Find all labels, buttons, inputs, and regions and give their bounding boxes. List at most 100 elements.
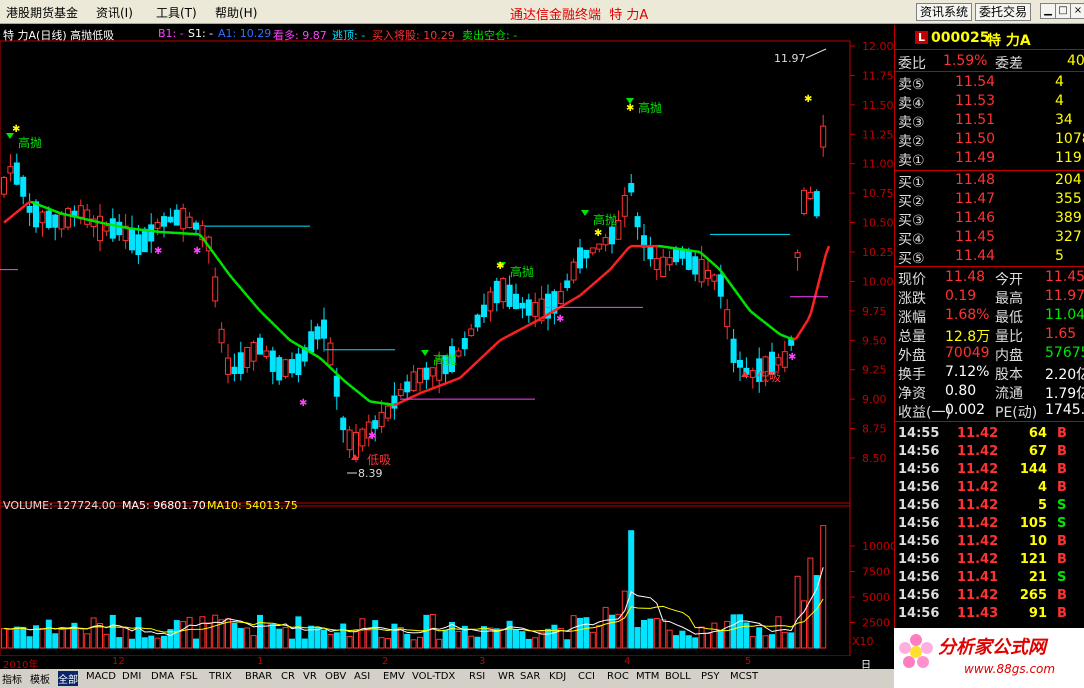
ask-volume: 4 <box>1055 93 1064 109</box>
trend-ma-segment <box>291 340 296 345</box>
candle-body <box>173 209 180 226</box>
indicator-tab[interactable]: FSL <box>180 671 198 682</box>
trend-ma-segment <box>705 256 710 261</box>
volume-bar <box>39 627 46 649</box>
trend-ma-segment <box>84 217 89 221</box>
indicator-tab[interactable]: MCST <box>730 671 758 682</box>
candle-body <box>487 291 494 312</box>
trend-ma-segment <box>594 279 599 284</box>
trend-ma-segment <box>812 288 819 302</box>
order-button[interactable]: 委托交易 <box>975 3 1032 21</box>
trend-ma-segment <box>255 305 260 311</box>
indicator-tab[interactable]: CCI <box>578 671 595 682</box>
candle-body <box>397 389 404 396</box>
tick-volume: 121 <box>1019 552 1047 567</box>
indicator-tab[interactable]: ROC <box>607 671 629 682</box>
indicator-tab[interactable]: VOL-TDX <box>412 671 455 682</box>
trend-ma-segment <box>360 393 365 398</box>
price-tick-label: 11.75 <box>862 69 894 82</box>
trend-ma-segment <box>818 265 825 278</box>
kline-chart[interactable]: 高抛高抛高抛高抛高抛低吸低吸✱✱✱✱✱✱ ✱✱✱✱✱11.978.39 12.00… <box>0 25 894 669</box>
trend-ma-segment <box>585 286 590 292</box>
volume-bar <box>186 616 193 649</box>
indicator-tab[interactable]: DMI <box>122 671 141 682</box>
close-icon[interactable]: × <box>1070 3 1084 19</box>
volume-bar <box>276 628 283 649</box>
trend-ma-segment <box>417 391 422 396</box>
menu-tools[interactable]: 工具(T) <box>156 4 197 21</box>
candle-body <box>1 177 7 195</box>
maximize-icon[interactable]: □ <box>1055 3 1071 19</box>
trend-ma-segment <box>495 340 500 345</box>
trend-ma-segment <box>731 286 738 293</box>
volume-bar <box>45 619 52 649</box>
indicator-tab[interactable]: 全部 <box>58 671 78 686</box>
volume-bar <box>205 622 212 649</box>
indicator-tab[interactable]: 模板 <box>30 671 50 686</box>
stat-value: 57675 <box>1045 345 1084 361</box>
volume-bar <box>647 618 654 649</box>
indicator-tab[interactable]: CR <box>281 671 295 682</box>
trend-ma-segment <box>66 213 71 217</box>
candle-body <box>13 162 20 185</box>
stat-row: 净资 0.80 流通 1.79亿 <box>895 382 1084 402</box>
stat-value: 1745.9 <box>1045 402 1084 418</box>
volume-bar <box>705 633 711 649</box>
bid-volume: 204 <box>1055 172 1082 188</box>
candle-body <box>532 302 539 317</box>
indicator-tab[interactable]: VR <box>303 671 317 682</box>
signal-label: 低吸 <box>367 453 391 467</box>
trend-ma-segment <box>18 206 23 212</box>
menu-info[interactable]: 资讯(I) <box>96 4 133 21</box>
candle-body <box>557 290 564 304</box>
indicator-tab[interactable]: EMV <box>383 671 405 682</box>
indicator-tab[interactable]: DMA <box>151 671 174 682</box>
stat-label: 内盘 <box>995 348 1023 364</box>
volume-bar <box>532 637 539 649</box>
trend-ma-segment <box>456 376 461 381</box>
indicator-tab[interactable]: KDJ <box>549 671 566 682</box>
trend-ma-segment <box>93 219 98 224</box>
trend-ma-segment <box>606 268 611 274</box>
star-marker-icon: ✱ <box>496 261 504 272</box>
tick-price: 11.42 <box>957 516 999 531</box>
candle-body <box>685 249 692 270</box>
trend-ma-segment <box>573 296 578 301</box>
candle-body <box>321 319 327 339</box>
watermark-logo: 分析家公式网 www.88gs.com <box>894 628 1084 688</box>
indicator-tab[interactable]: MACD <box>86 671 116 682</box>
bid-label: 买② <box>898 194 925 210</box>
candle-body <box>775 357 782 366</box>
info-system-button[interactable]: 资讯系统 <box>916 3 973 21</box>
trend-ma-segment <box>234 280 239 286</box>
minimize-icon[interactable]: ▁ <box>1040 3 1056 19</box>
trend-ma-segment <box>567 299 572 304</box>
menu-help[interactable]: 帮助(H) <box>215 4 257 21</box>
indicator-tab[interactable]: MTM <box>636 671 659 682</box>
menu-hk-futures[interactable]: 港股期货基金 <box>6 4 78 21</box>
volume-tick-label: 7500 <box>862 566 890 579</box>
indicator-tab[interactable]: PSY <box>701 671 720 682</box>
indicator-tab[interactable]: RSI <box>469 671 485 682</box>
volume-bar <box>353 630 359 649</box>
trend-ma-segment <box>531 320 536 325</box>
volume-header: VOLUME: 127724.00 <box>3 499 116 512</box>
trend-ma-segment <box>444 381 449 385</box>
indicator-tab[interactable]: SAR <box>520 671 540 682</box>
indicator-tab[interactable]: ASI <box>354 671 370 682</box>
ask-label: 卖② <box>898 134 925 150</box>
candle-body <box>45 210 52 228</box>
trend-ma-segment <box>393 402 398 407</box>
weibi-label: 委比 <box>898 56 926 72</box>
stat-value: 11.97 <box>1045 288 1084 304</box>
stat-label: 换手 <box>898 367 926 383</box>
candle-body <box>647 246 654 260</box>
indicator-tab[interactable]: BOLL <box>665 671 691 682</box>
candle-body <box>429 367 436 377</box>
indicator-tab[interactable]: BRAR <box>245 671 272 682</box>
indicator-tab[interactable]: TRIX <box>209 671 232 682</box>
indicator-tab[interactable]: WR <box>498 671 515 682</box>
indicator-tab[interactable]: 指标 <box>2 671 22 686</box>
volume-bar <box>813 575 820 649</box>
indicator-tab[interactable]: OBV <box>325 671 346 682</box>
